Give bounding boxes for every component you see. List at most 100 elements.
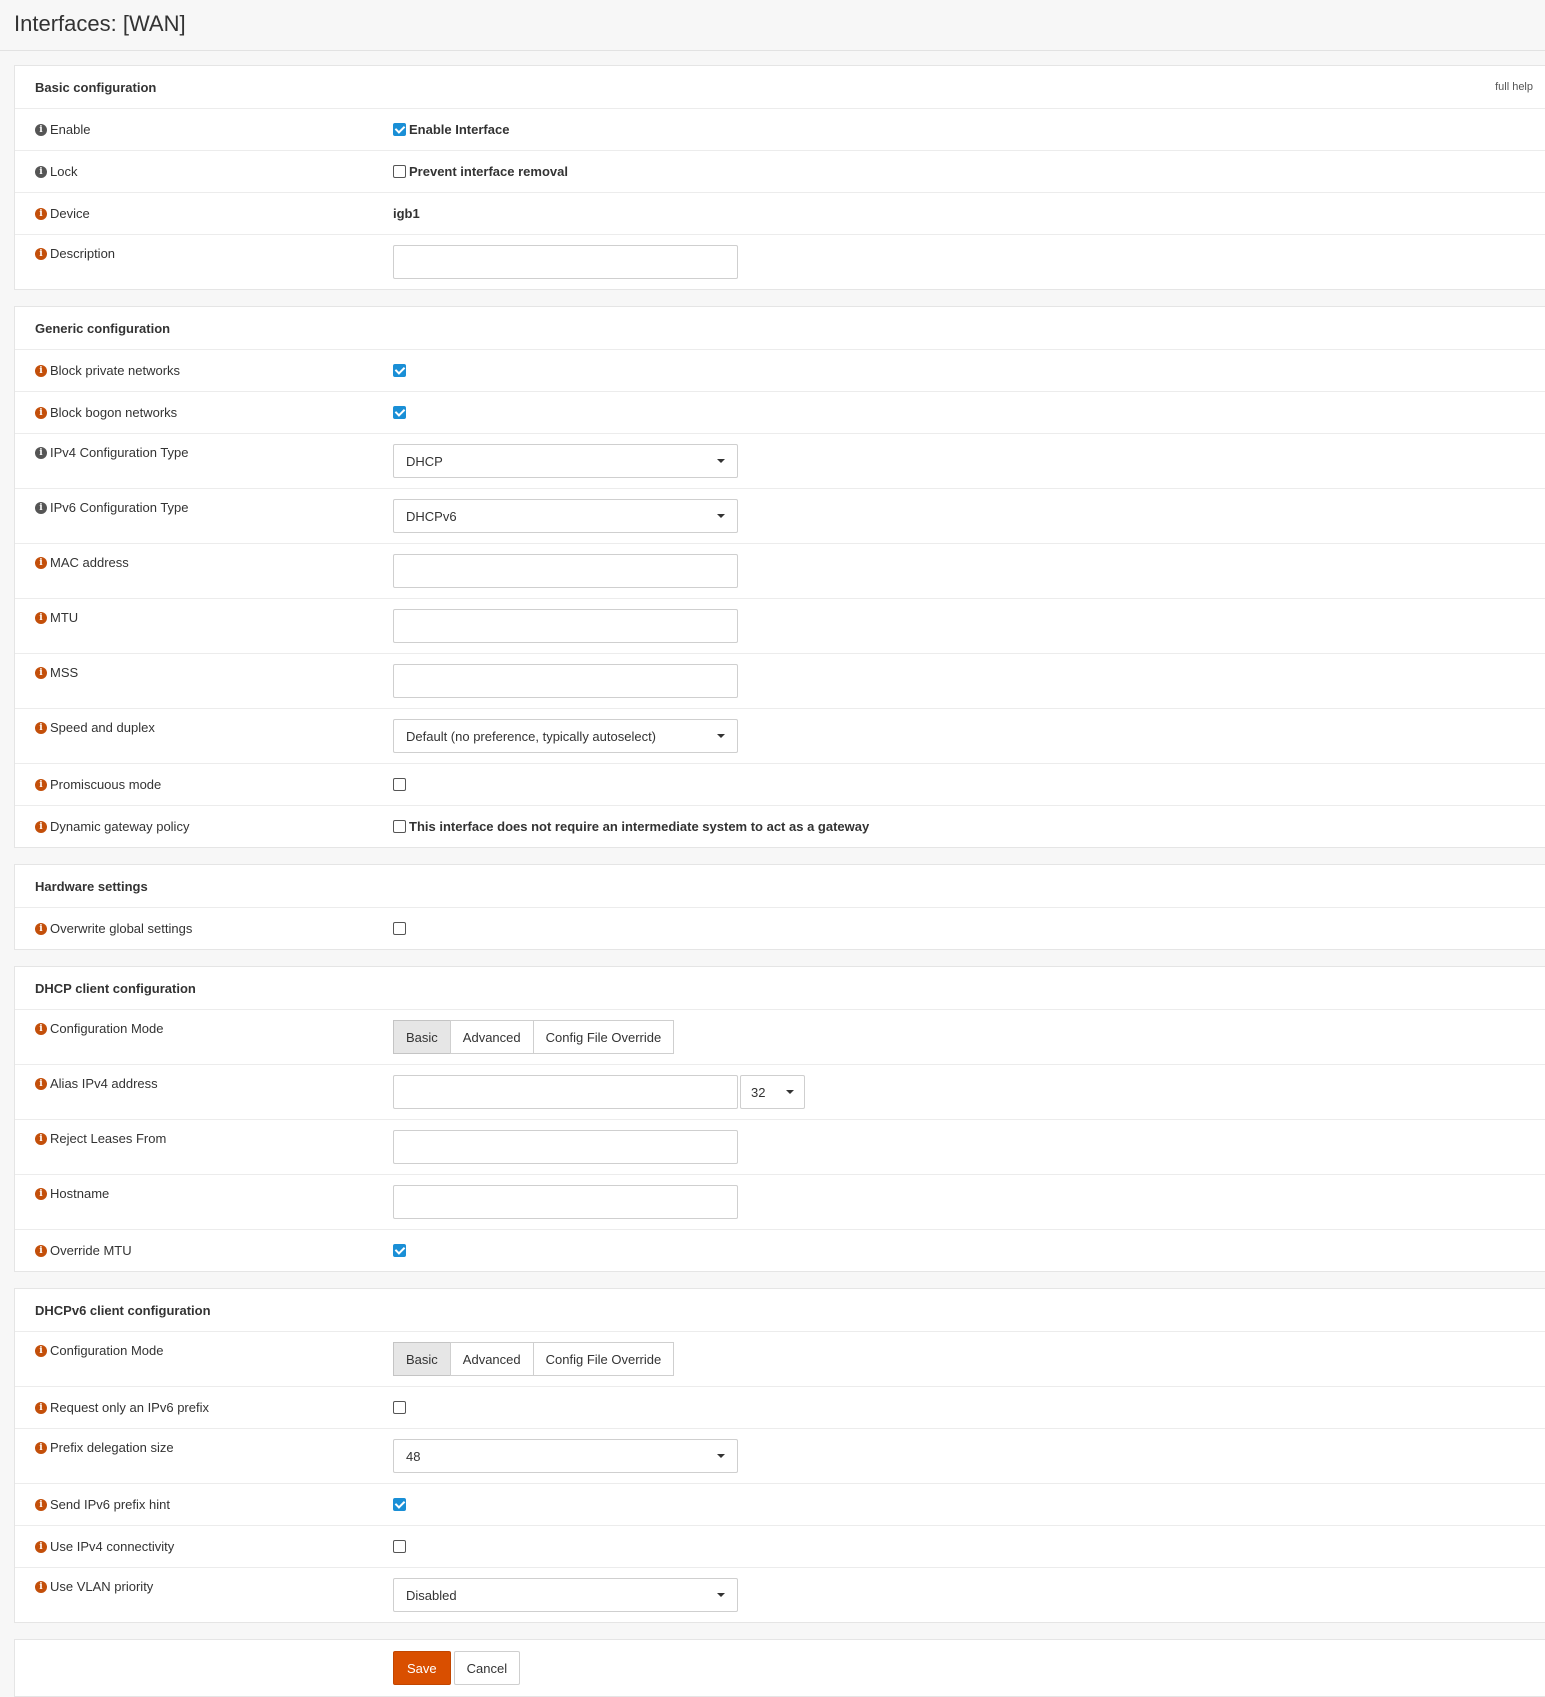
dynamic-gateway-row: i Dynamic gateway policy This interface d… [15, 805, 1545, 847]
caret-down-icon [717, 734, 725, 738]
override-mtu-row: i Override MTU [15, 1229, 1545, 1271]
info-icon[interactable]: i [35, 1580, 47, 1593]
info-icon[interactable]: i [35, 1344, 47, 1357]
enable-interface-checkbox[interactable] [393, 123, 406, 136]
info-icon[interactable]: i [35, 247, 47, 260]
info-icon[interactable]: i [35, 820, 47, 833]
hostname-row: i Hostname [15, 1174, 1545, 1229]
info-icon[interactable]: i [35, 1401, 47, 1414]
ipv4-type-row: i IPv4 Configuration Type DHCP [15, 433, 1545, 488]
reject-leases-input[interactable] [393, 1130, 738, 1164]
field-label: Block bogon networks [50, 405, 178, 420]
lock-row: i Lock Prevent interface removal [15, 150, 1545, 192]
description-input[interactable] [393, 245, 738, 279]
mode-advanced-button[interactable]: Advanced [449, 1342, 534, 1376]
device-value: igb1 [393, 206, 420, 221]
enable-row: i Enable Enable Interface [15, 108, 1545, 150]
info-icon[interactable]: i [35, 1022, 47, 1035]
section-header: DHCP client configuration [15, 967, 1545, 1009]
info-icon[interactable]: i [35, 1540, 47, 1553]
caret-down-icon [717, 1593, 725, 1597]
field-label: Request only an IPv6 prefix [50, 1400, 209, 1415]
dynamic-gateway-checkbox[interactable] [393, 820, 406, 833]
field-label: Device [50, 206, 90, 221]
vlan-priority-select[interactable]: Disabled [393, 1578, 738, 1612]
mtu-input[interactable] [393, 609, 738, 643]
block-bogon-checkbox[interactable] [393, 406, 406, 419]
prefix-hint-row: i Send IPv6 prefix hint [15, 1483, 1545, 1525]
info-icon[interactable]: i [35, 1132, 47, 1145]
info-icon[interactable]: i [35, 1187, 47, 1200]
speed-duplex-row: i Speed and duplex Default (no preference… [15, 708, 1545, 763]
mode-basic-button[interactable]: Basic [393, 1020, 451, 1054]
caret-down-icon [717, 514, 725, 518]
info-icon[interactable]: i [35, 165, 47, 178]
prevent-removal-checkbox[interactable] [393, 165, 406, 178]
prefix-only-checkbox[interactable] [393, 1401, 406, 1414]
main-content: Basic configuration full help i Enable En… [0, 51, 1545, 1697]
promiscuous-row: i Promiscuous mode [15, 763, 1545, 805]
info-icon[interactable]: i [35, 721, 47, 734]
device-row: i Device igb1 [15, 192, 1545, 234]
info-icon[interactable]: i [35, 446, 47, 459]
mss-input[interactable] [393, 664, 738, 698]
dhcpv6-client-panel: DHCPv6 client configuration i Configurati… [14, 1288, 1545, 1623]
info-icon[interactable]: i [35, 406, 47, 419]
alias-ipv4-input[interactable] [393, 1075, 738, 1109]
checkbox-label: This interface does not require an inter… [409, 819, 870, 834]
field-label: Enable [50, 122, 91, 137]
field-label: Promiscuous mode [50, 777, 162, 792]
ipv4-connectivity-checkbox[interactable] [393, 1540, 406, 1553]
alias-ipv4-row: i Alias IPv4 address 32 [15, 1064, 1545, 1119]
info-icon[interactable]: i [35, 1441, 47, 1454]
info-icon[interactable]: i [35, 778, 47, 791]
info-icon[interactable]: i [35, 1498, 47, 1511]
full-help-toggle[interactable]: full help [1495, 81, 1533, 93]
caret-down-icon [717, 1454, 725, 1458]
page-title: Interfaces: [WAN] [14, 11, 186, 36]
override-mtu-checkbox[interactable] [393, 1244, 406, 1257]
block-private-checkbox[interactable] [393, 364, 406, 377]
field-label: Dynamic gateway policy [50, 819, 190, 834]
mode-config-override-button[interactable]: Config File Override [532, 1020, 675, 1054]
mode-advanced-button[interactable]: Advanced [449, 1020, 534, 1054]
prefix-hint-checkbox[interactable] [393, 1498, 406, 1511]
hostname-input[interactable] [393, 1185, 738, 1219]
section-header: Generic configuration [15, 307, 1545, 349]
info-icon[interactable]: i [35, 666, 47, 679]
ipv6-type-select[interactable]: DHCPv6 [393, 499, 738, 533]
ipv4-type-select[interactable]: DHCP [393, 444, 738, 478]
field-label: Prefix delegation size [50, 1440, 174, 1455]
field-label: Lock [50, 164, 78, 179]
info-icon[interactable]: i [35, 1244, 47, 1257]
speed-duplex-select[interactable]: Default (no preference, typically autose… [393, 719, 738, 753]
generic-configuration-panel: Generic configuration i Block private net… [14, 306, 1545, 848]
alias-mask-select[interactable]: 32 [740, 1075, 805, 1109]
info-icon[interactable]: i [35, 611, 47, 624]
section-header: Basic configuration full help [15, 66, 1545, 108]
field-label: Override MTU [50, 1243, 132, 1258]
info-icon[interactable]: i [35, 922, 47, 935]
dhcp-client-panel: DHCP client configuration i Configuration… [14, 966, 1545, 1272]
info-icon[interactable]: i [35, 364, 47, 377]
caret-down-icon [717, 459, 725, 463]
mode-basic-button[interactable]: Basic [393, 1342, 451, 1376]
select-value: Default (no preference, typically autose… [406, 728, 657, 744]
info-icon[interactable]: i [35, 123, 47, 136]
info-icon[interactable]: i [35, 1077, 47, 1090]
dhcp-mode-row: i Configuration Mode Basic Advanced Confi… [15, 1009, 1545, 1064]
info-icon[interactable]: i [35, 556, 47, 569]
prefix-size-select[interactable]: 48 [393, 1439, 738, 1473]
overwrite-global-checkbox[interactable] [393, 922, 406, 935]
mac-address-input[interactable] [393, 554, 738, 588]
section-header: DHCPv6 client configuration [15, 1289, 1545, 1331]
info-icon[interactable]: i [35, 207, 47, 220]
mode-config-override-button[interactable]: Config File Override [532, 1342, 675, 1376]
field-label: Description [50, 246, 116, 261]
select-value: DHCPv6 [406, 508, 457, 524]
select-value: DHCP [406, 453, 443, 469]
field-label: Configuration Mode [50, 1343, 164, 1358]
field-label: Use VLAN priority [50, 1579, 154, 1594]
promiscuous-checkbox[interactable] [393, 778, 406, 791]
info-icon[interactable]: i [35, 501, 47, 514]
